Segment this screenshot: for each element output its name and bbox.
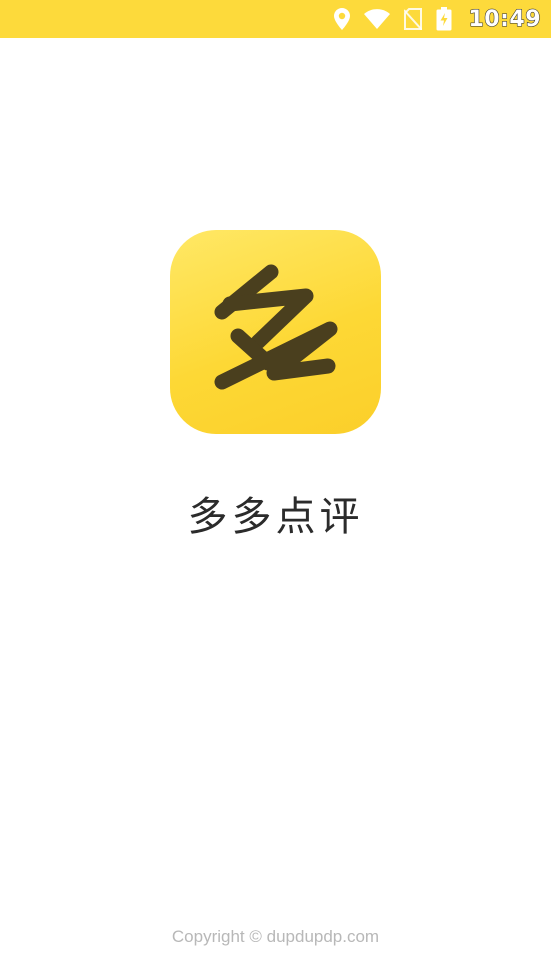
battery-charging-icon bbox=[436, 7, 452, 31]
splash-screen: 10:49 多多点评 Copyright © dupdupdp.com bbox=[0, 0, 551, 979]
no-sim-icon bbox=[404, 8, 423, 30]
duoduo-logo-icon bbox=[214, 264, 338, 390]
status-clock: 10:49 bbox=[468, 6, 541, 32]
copyright-text: Copyright © dupdupdp.com bbox=[171, 927, 380, 946]
app-name: 多多点评 bbox=[187, 494, 364, 540]
wifi-icon bbox=[364, 9, 391, 29]
status-bar: 10:49 bbox=[0, 0, 551, 38]
location-icon bbox=[334, 8, 351, 30]
app-logo bbox=[170, 230, 381, 434]
status-icons: 10:49 bbox=[334, 0, 541, 38]
